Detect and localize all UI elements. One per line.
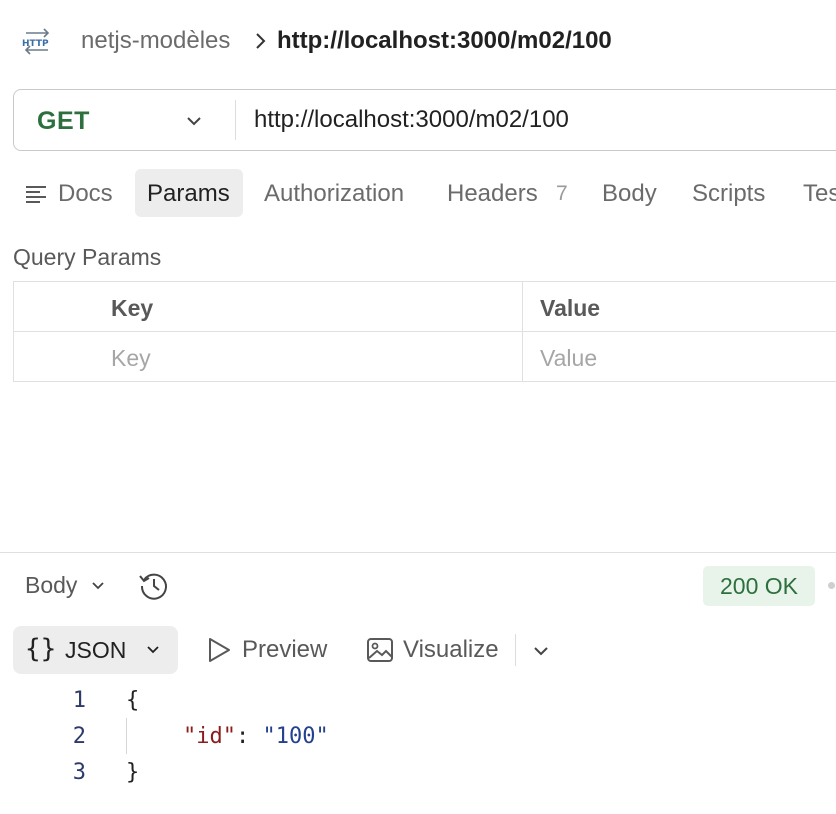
key-column-header: Key bbox=[111, 295, 154, 321]
divider bbox=[235, 100, 236, 140]
image-icon[interactable] bbox=[366, 636, 394, 664]
tab-scripts[interactable]: Scripts bbox=[692, 180, 765, 208]
breadcrumb-request-name[interactable]: http://localhost:3000/m02/100 bbox=[277, 27, 612, 55]
line-number: 1 bbox=[72, 688, 86, 713]
headers-count-badge: 7 bbox=[556, 182, 568, 205]
method-select[interactable]: GET bbox=[37, 107, 90, 136]
http-icon: HTTP bbox=[22, 28, 50, 55]
chevron-down-icon bbox=[147, 646, 159, 654]
code-close-brace: } bbox=[126, 760, 140, 785]
play-icon[interactable] bbox=[205, 636, 233, 664]
line-number: 2 bbox=[72, 724, 86, 749]
url-bar: GET bbox=[13, 89, 836, 151]
status-text: 200 OK bbox=[720, 573, 798, 599]
line-number: 3 bbox=[72, 760, 86, 785]
code-open-brace: { bbox=[126, 688, 140, 713]
format-label: JSON bbox=[65, 637, 127, 663]
value-column-header: Value bbox=[540, 295, 601, 321]
query-params-table: Key Value Key Value bbox=[13, 281, 836, 382]
chevron-right-icon bbox=[256, 33, 266, 49]
code-line: "id": "100" bbox=[183, 724, 329, 749]
json-colon: : bbox=[235, 724, 263, 749]
tab-body[interactable]: Body bbox=[602, 180, 657, 208]
tab-tests[interactable]: Tes bbox=[803, 180, 836, 208]
braces-icon: {} bbox=[25, 634, 57, 664]
key-input[interactable]: Key bbox=[111, 345, 151, 372]
response-body-dropdown[interactable]: Body bbox=[25, 572, 77, 599]
json-value: "100" bbox=[262, 724, 329, 749]
breadcrumb-collection[interactable]: netjs-modèles bbox=[81, 27, 230, 55]
tab-authorization[interactable]: Authorization bbox=[264, 180, 404, 208]
tab-docs[interactable]: Docs bbox=[58, 180, 113, 208]
docs-icon bbox=[26, 186, 46, 203]
json-key: "id" bbox=[183, 724, 236, 749]
svg-text:HTTP: HTTP bbox=[22, 39, 49, 49]
chevron-down-icon[interactable] bbox=[90, 578, 106, 594]
query-params-title: Query Params bbox=[13, 244, 162, 270]
pane-divider[interactable] bbox=[0, 552, 836, 553]
chevron-down-icon[interactable] bbox=[184, 111, 204, 131]
status-badge: 200 OK bbox=[703, 566, 815, 606]
history-icon[interactable] bbox=[138, 570, 170, 602]
divider bbox=[14, 331, 836, 332]
format-dropdown[interactable]: {} JSON bbox=[13, 626, 178, 674]
visualize-button[interactable]: Visualize bbox=[403, 636, 499, 664]
tab-headers[interactable]: Headers bbox=[447, 180, 538, 208]
preview-button[interactable]: Preview bbox=[242, 636, 327, 664]
chevron-down-icon[interactable] bbox=[532, 642, 550, 660]
separator-dot bbox=[828, 582, 835, 589]
divider bbox=[515, 634, 516, 666]
url-input[interactable] bbox=[254, 104, 814, 136]
indent-guide bbox=[126, 718, 127, 754]
tab-params[interactable]: Params bbox=[147, 180, 230, 208]
value-input[interactable]: Value bbox=[540, 345, 597, 372]
divider bbox=[522, 282, 523, 381]
